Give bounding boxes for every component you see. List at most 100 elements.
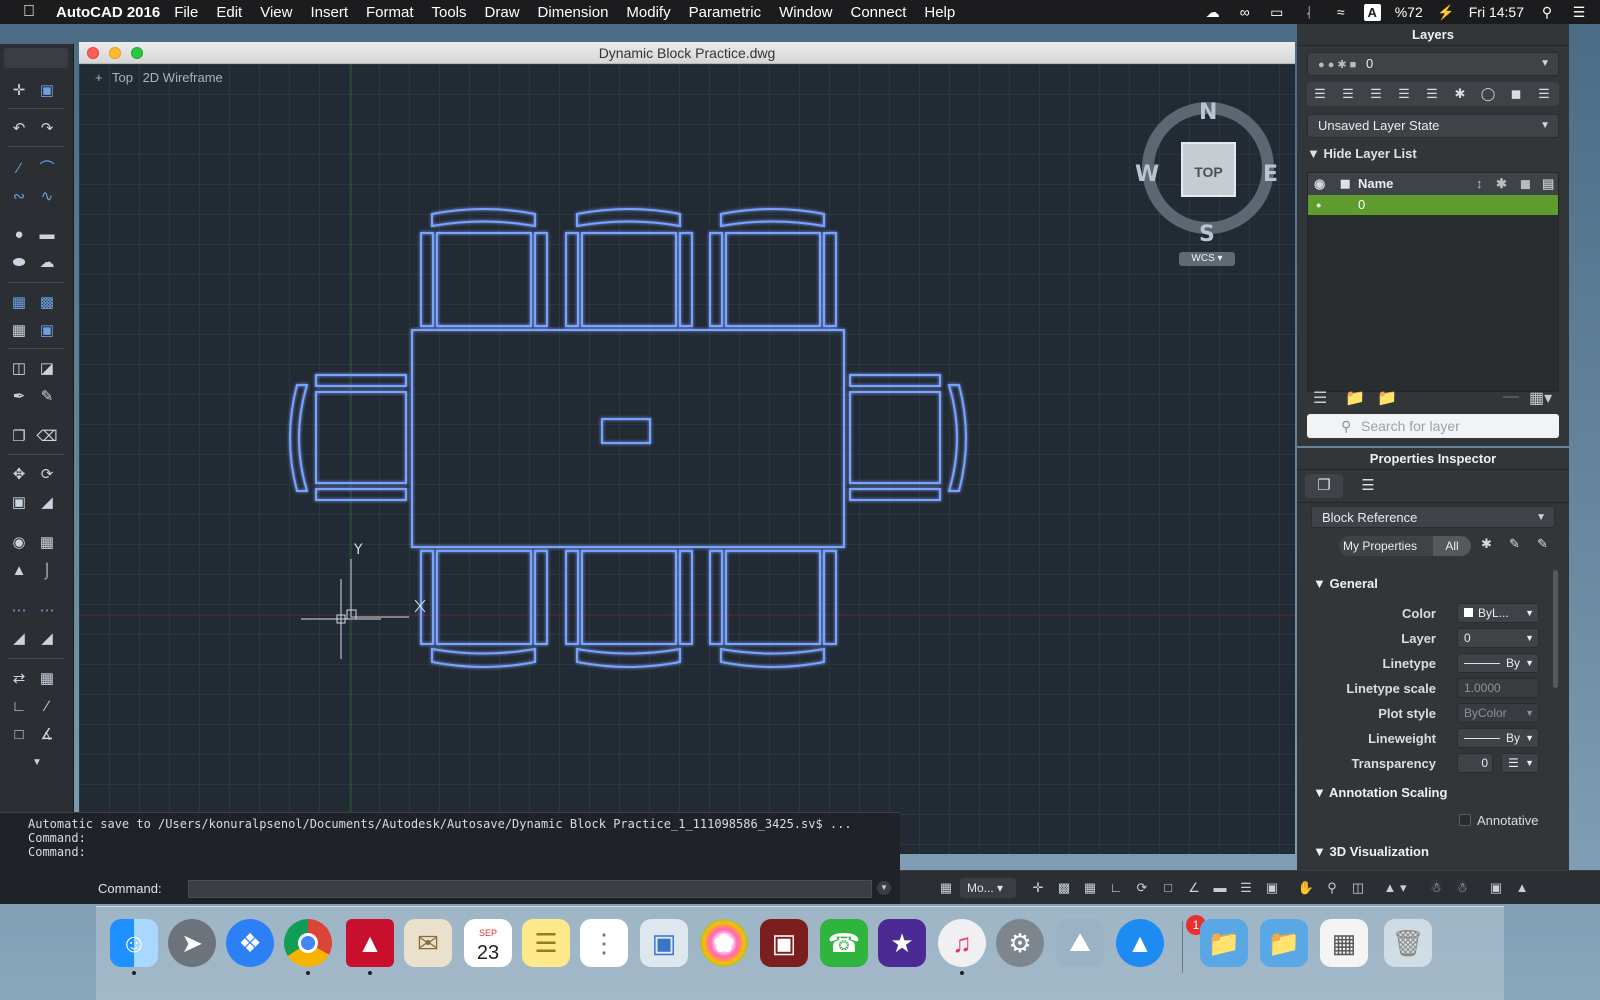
quick-select-icon[interactable]: ✱ bbox=[1481, 536, 1492, 552]
menu-modify[interactable]: Modify bbox=[626, 4, 670, 21]
menu-window[interactable]: Window bbox=[779, 4, 832, 21]
calendar-icon[interactable]: SEP 23 bbox=[464, 919, 512, 967]
pickadd-icon[interactable]: ✎ bbox=[1509, 536, 1520, 552]
selection-cycling-icon[interactable]: ▣ bbox=[1262, 879, 1282, 897]
annotation-scaling-section[interactable]: ▼ Annotation Scaling bbox=[1313, 785, 1447, 800]
trash-icon[interactable]: 🗑 bbox=[1384, 919, 1432, 967]
grid-snap-icon[interactable]: ▩ bbox=[1054, 879, 1074, 897]
image-capture-icon[interactable]: ⛰ bbox=[1056, 919, 1104, 967]
transparency-field[interactable]: 0 bbox=[1457, 753, 1493, 773]
wifi-icon[interactable]: ≈ bbox=[1332, 4, 1350, 20]
launchpad-icon[interactable]: ➤ bbox=[168, 919, 216, 967]
app-menu[interactable]: AutoCAD 2016 bbox=[56, 4, 160, 21]
finder-icon[interactable]: ☺ bbox=[110, 919, 158, 967]
facetime-icon[interactable]: ☎ bbox=[820, 919, 868, 967]
array-icon[interactable]: ▦ bbox=[36, 532, 58, 554]
safari-icon[interactable]: ❖ bbox=[226, 919, 274, 967]
menu-connect[interactable]: Connect bbox=[851, 4, 907, 21]
coordinates-icon[interactable]: ✛ bbox=[1028, 879, 1048, 897]
chevron-down-icon[interactable]: ▼ bbox=[26, 752, 48, 774]
plot-column-icon[interactable]: ▤ bbox=[1542, 173, 1554, 195]
documents-folder-icon[interactable]: 📁 bbox=[1260, 919, 1308, 967]
layer-dropdown[interactable]: 0 ▼ bbox=[1457, 628, 1539, 648]
menu-tools[interactable]: Tools bbox=[432, 4, 467, 21]
multileader-icon[interactable]: ▦ bbox=[36, 668, 58, 690]
menu-edit[interactable]: Edit bbox=[216, 4, 242, 21]
bluetooth-icon[interactable]: ᛆ bbox=[1300, 4, 1318, 20]
text-icon[interactable]: ⇄ bbox=[8, 668, 30, 690]
zoom-icon[interactable]: ⚲ bbox=[1322, 879, 1342, 897]
layout-switch-icon[interactable]: ▦ bbox=[936, 879, 956, 897]
visibility-column-icon[interactable]: ◉ bbox=[1314, 173, 1325, 195]
match-properties-icon[interactable]: ✒ bbox=[8, 386, 30, 408]
column-settings-icon[interactable]: ▦▾ bbox=[1529, 388, 1552, 408]
photo-booth-icon[interactable]: ▣ bbox=[760, 919, 808, 967]
menu-format[interactable]: Format bbox=[366, 4, 414, 21]
imovie-icon[interactable]: ★ bbox=[878, 919, 926, 967]
layer-state-dropdown[interactable]: Unsaved Layer State ▼ bbox=[1307, 114, 1559, 138]
arc-icon[interactable]: ⌒ bbox=[36, 158, 58, 180]
redo-icon[interactable]: ↷ bbox=[36, 118, 58, 140]
itunes-icon[interactable]: ♫ bbox=[938, 919, 986, 967]
object-type-dropdown[interactable]: Block Reference ▼ bbox=[1311, 506, 1555, 528]
applications-folder-icon[interactable]: 📁 bbox=[1200, 919, 1248, 967]
revision-cloud-icon[interactable]: ☁ bbox=[36, 252, 58, 274]
drawing-canvas[interactable]: + Top 2D Wireframe Y N S E W TOP WCS ▾ bbox=[79, 64, 1295, 854]
layer-search-input[interactable]: ⚲ Search for layer bbox=[1307, 414, 1559, 438]
dynamic-ucs-icon[interactable]: ∠ bbox=[1184, 879, 1204, 897]
color-dropdown[interactable]: ByL... ▼ bbox=[1457, 603, 1539, 623]
move-icon[interactable]: ✥ bbox=[8, 464, 30, 486]
creative-cloud-icon[interactable]: ∞ bbox=[1236, 4, 1254, 20]
compass-east[interactable]: E bbox=[1263, 162, 1278, 187]
trim-icon[interactable]: ⌡ bbox=[36, 560, 58, 582]
clean-screen-icon[interactable]: ▣ bbox=[1486, 879, 1506, 897]
tool-set-selector[interactable] bbox=[4, 48, 68, 68]
freeze-layer-icon[interactable]: ✱ bbox=[1451, 85, 1469, 103]
ellipse-icon[interactable]: ⬬ bbox=[8, 252, 30, 274]
layer-properties-tab[interactable]: ☰ bbox=[1349, 474, 1387, 498]
offset-icon[interactable]: ◉ bbox=[8, 532, 30, 554]
set-current-layer-icon[interactable]: ☰ bbox=[1339, 85, 1357, 103]
annotation-scale-icon[interactable]: ▲ ▾ bbox=[1378, 879, 1412, 897]
menu-parametric[interactable]: Parametric bbox=[689, 4, 762, 21]
hatch-icon[interactable]: ▦ bbox=[8, 292, 30, 314]
dimension-icon[interactable]: ∟ bbox=[8, 696, 30, 718]
apple-icon[interactable]:  bbox=[12, 3, 46, 21]
object-snap-icon[interactable]: □ bbox=[1158, 879, 1178, 897]
input-source-icon[interactable]: A bbox=[1363, 3, 1381, 21]
layer-walk-icon[interactable]: ☰ bbox=[1535, 85, 1553, 103]
name-column-header[interactable]: Name bbox=[1358, 173, 1393, 195]
compass-north[interactable]: N bbox=[1199, 100, 1217, 125]
3d-visualization-section[interactable]: ▼ 3D Visualization bbox=[1313, 844, 1429, 859]
preview-icon[interactable]: ▣ bbox=[640, 919, 688, 967]
compass-west[interactable]: W bbox=[1135, 162, 1159, 187]
general-section[interactable]: ▼ General bbox=[1313, 576, 1378, 591]
mirror-icon[interactable]: ▲ bbox=[8, 560, 30, 582]
stretch-icon[interactable]: ◢ bbox=[36, 492, 58, 514]
pan-icon[interactable]: ✋ bbox=[1296, 879, 1316, 897]
wcs-menu[interactable]: WCS ▾ bbox=[1179, 252, 1235, 266]
all-properties-filter[interactable]: All bbox=[1433, 536, 1471, 556]
transparency-mode-dropdown[interactable]: ☰ ▼ bbox=[1501, 753, 1539, 773]
battery-percent[interactable]: %72 bbox=[1395, 4, 1423, 20]
layer-off-icon[interactable]: ◯ bbox=[1479, 85, 1497, 103]
menu-draw[interactable]: Draw bbox=[485, 4, 520, 21]
sort-icon[interactable]: ↕ bbox=[1476, 173, 1483, 195]
menu-help[interactable]: Help bbox=[924, 4, 955, 21]
object-properties-tab[interactable]: ❐ bbox=[1305, 474, 1343, 498]
downloads-stack-icon[interactable]: ▦ bbox=[1320, 919, 1368, 967]
cloud-sync-icon[interactable]: ☁ bbox=[1204, 4, 1222, 21]
compass-south[interactable]: S bbox=[1199, 222, 1215, 247]
photos-icon[interactable]: ✿ bbox=[700, 919, 748, 967]
autocad-icon[interactable]: ▲ bbox=[346, 919, 394, 967]
reminders-icon[interactable]: ⋮ bbox=[580, 919, 628, 967]
statusbar-menu-icon[interactable]: ▲ bbox=[1512, 879, 1532, 897]
annotative-checkbox[interactable] bbox=[1459, 814, 1471, 826]
line-icon[interactable]: ∕ bbox=[8, 158, 30, 180]
visibility-icon[interactable]: ● bbox=[1316, 195, 1321, 215]
new-property-filter-icon[interactable]: 📁 bbox=[1377, 388, 1397, 408]
menu-insert[interactable]: Insert bbox=[310, 4, 348, 21]
new-layer-icon[interactable]: ☰ bbox=[1313, 388, 1327, 408]
unisolate-layer-icon[interactable]: ☰ bbox=[1423, 85, 1441, 103]
lock-layer-icon[interactable]: ◼ bbox=[1507, 85, 1525, 103]
